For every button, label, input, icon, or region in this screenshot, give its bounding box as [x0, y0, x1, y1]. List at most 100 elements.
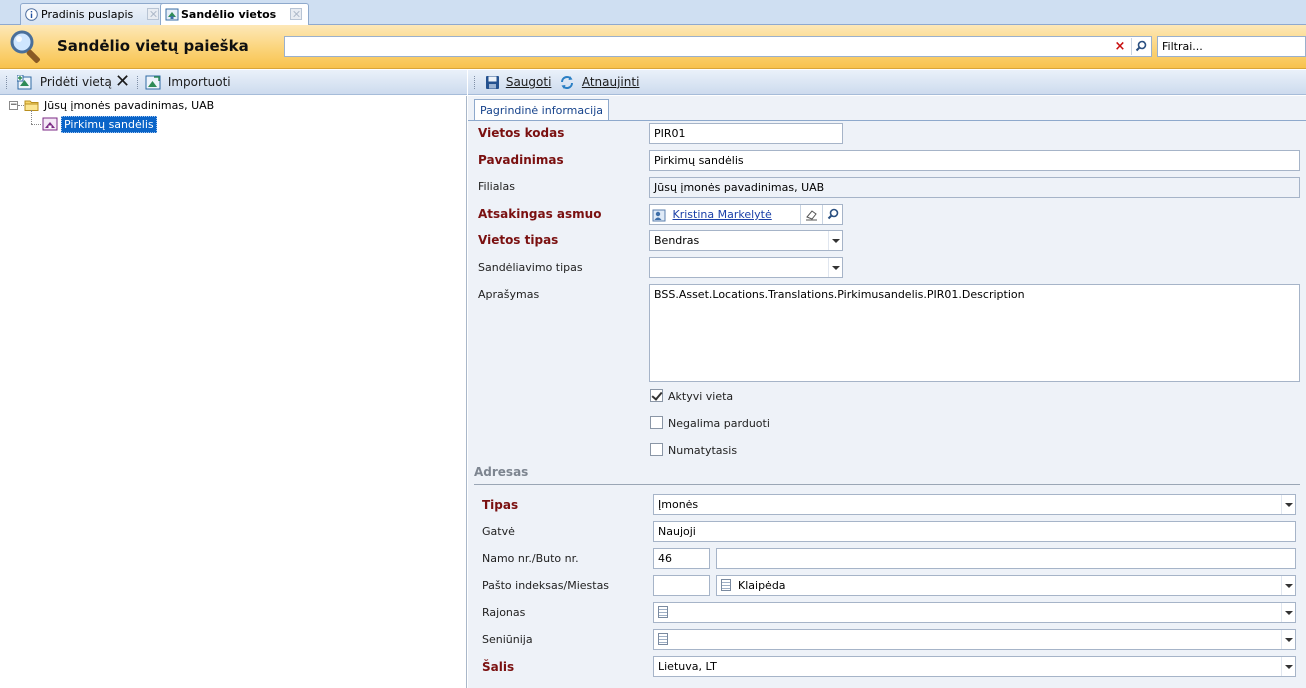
document-icon — [658, 606, 668, 618]
chevron-down-icon[interactable] — [1281, 603, 1295, 622]
search-button[interactable] — [1131, 38, 1149, 55]
country-select[interactable]: Lietuva, LT — [653, 656, 1296, 677]
tab-main-info[interactable]: Pagrindinė informacija — [474, 99, 610, 121]
apartment-number-field[interactable] — [716, 548, 1296, 569]
clear-search-icon[interactable]: × — [1111, 38, 1129, 55]
clear-responsible-button[interactable] — [800, 205, 822, 224]
tab-underline — [468, 120, 1306, 121]
storage-type-label: Sandėliavimo tipas — [478, 261, 583, 274]
document-icon — [658, 633, 668, 645]
detail-form: Pagrindinė informacija Vietos kodas PIR0… — [468, 96, 1306, 688]
description-label: Aprašymas — [478, 288, 540, 301]
right-toolbar: Saugoti Atnaujinti — [468, 70, 1306, 95]
name-field[interactable]: Pirkimų sandėlis — [649, 150, 1300, 171]
save-icon — [486, 76, 499, 89]
city-select[interactable]: Klaipėda — [716, 575, 1296, 596]
search-icon — [1135, 40, 1146, 52]
street-label: Gatvė — [482, 525, 515, 538]
chevron-down-icon[interactable] — [1281, 576, 1295, 595]
eraser-icon — [806, 210, 817, 221]
chevron-down-icon[interactable] — [828, 231, 842, 250]
address-type-value: Įmonės — [658, 498, 699, 511]
house-label: Namo nr./Buto nr. — [482, 552, 579, 565]
tab-home-label: Pradinis puslapis — [41, 8, 134, 21]
storage-type-select[interactable] — [649, 257, 843, 278]
street-field[interactable]: Naujoji — [653, 521, 1296, 542]
country-value: Lietuva, LT — [658, 660, 717, 673]
postal-code-field[interactable] — [653, 575, 710, 596]
address-type-select[interactable]: Įmonės — [653, 494, 1296, 515]
tree-collapse-toggle[interactable]: − — [9, 101, 18, 110]
not-for-sale-label: Negalima parduoti — [668, 417, 770, 430]
responsible-link[interactable]: Kristina Markelytė — [673, 208, 772, 221]
warehouse-icon — [165, 8, 179, 21]
address-section-divider — [474, 484, 1300, 485]
city-value: Klaipėda — [738, 579, 786, 592]
tab-warehouse-close-icon[interactable] — [290, 8, 303, 20]
district-label: Rajonas — [482, 606, 526, 619]
toolbar-grip — [474, 76, 476, 89]
location-code-field[interactable]: PIR01 — [649, 123, 843, 144]
description-textarea[interactable]: BSS.Asset.Locations.Translations.Pirkimu… — [649, 284, 1300, 382]
tab-home-close-icon[interactable] — [146, 8, 159, 20]
delete-icon[interactable]: ✕ — [115, 73, 130, 91]
chevron-down-icon[interactable] — [1281, 657, 1295, 676]
import-button[interactable]: Importuoti — [145, 74, 231, 91]
import-label: Importuoti — [167, 75, 231, 89]
postal-city-label: Pašto indeksas/Miestas — [482, 579, 610, 592]
default-checkbox[interactable] — [650, 443, 663, 456]
import-icon — [145, 75, 161, 90]
country-label: Šalis — [482, 660, 515, 674]
search-input[interactable]: × — [284, 36, 1152, 57]
location-code-label: Vietos kodas — [478, 126, 565, 140]
search-icon — [827, 208, 838, 220]
page-header: Sandėlio vietų paieška × Filtrai... — [0, 25, 1306, 69]
responsible-field[interactable]: Kristina Markelytė — [649, 204, 843, 225]
folder-icon — [24, 100, 39, 111]
tree-item-selected[interactable]: Pirkimų sandėlis — [61, 116, 157, 133]
tree-root-label[interactable]: Jūsų įmonės pavadinimas, UAB — [44, 99, 214, 112]
info-icon — [25, 8, 38, 21]
address-type-label: Tipas — [482, 498, 519, 512]
find-responsible-button[interactable] — [822, 205, 842, 224]
document-tab-bar: Pradinis puslapis Sandėlio vietos — [0, 0, 1306, 26]
active-checkbox[interactable] — [650, 389, 663, 402]
add-location-icon — [17, 75, 32, 90]
district-select[interactable] — [653, 602, 1296, 623]
chevron-down-icon[interactable] — [1281, 495, 1295, 514]
save-button[interactable]: Saugoti — [485, 74, 551, 91]
toolbar-separator — [137, 76, 139, 89]
chevron-down-icon[interactable] — [828, 258, 842, 277]
tree-connector — [31, 110, 32, 124]
refresh-icon — [561, 76, 573, 89]
location-type-label: Vietos tipas — [478, 233, 559, 247]
house-number-field[interactable]: 46 — [653, 548, 710, 569]
name-label: Pavadinimas — [478, 153, 564, 167]
magnifier-icon — [10, 30, 40, 63]
add-location-label: Pridėti vietą — [39, 75, 112, 89]
tab-warehouse-locations[interactable]: Sandėlio vietos — [160, 3, 310, 26]
not-for-sale-checkbox[interactable] — [650, 416, 663, 429]
eldership-label: Seniūnija — [482, 633, 533, 646]
person-icon — [652, 209, 666, 221]
left-toolbar: Pridėti vietą ✕ Importuoti — [0, 70, 467, 95]
tab-home[interactable]: Pradinis puslapis — [20, 3, 166, 25]
refresh-button[interactable]: Atnaujinti — [559, 74, 639, 91]
responsible-label: Atsakingas asmuo — [478, 207, 602, 221]
add-location-button[interactable]: Pridėti vietą — [17, 74, 112, 91]
branch-field: Jūsų įmonės pavadinimas, UAB — [649, 177, 1300, 198]
location-type-select[interactable]: Bendras — [649, 230, 843, 251]
warehouse-location-icon — [42, 117, 58, 131]
chevron-down-icon[interactable] — [1281, 630, 1295, 649]
filter-input[interactable]: Filtrai... — [1157, 36, 1306, 57]
location-type-value: Bendras — [654, 234, 700, 247]
page-title: Sandėlio vietų paieška — [57, 37, 249, 55]
location-tree[interactable]: − Jūsų įmonės pavadinimas, UAB Pirkimų s… — [0, 96, 467, 688]
tab-warehouse-locations-label: Sandėlio vietos — [181, 8, 277, 21]
refresh-label: Atnaujinti — [581, 75, 640, 89]
save-label: Saugoti — [505, 75, 552, 89]
default-label: Numatytasis — [668, 444, 738, 457]
tree-connector — [31, 124, 41, 125]
eldership-select[interactable] — [653, 629, 1296, 650]
active-label: Aktyvi vieta — [668, 390, 734, 403]
